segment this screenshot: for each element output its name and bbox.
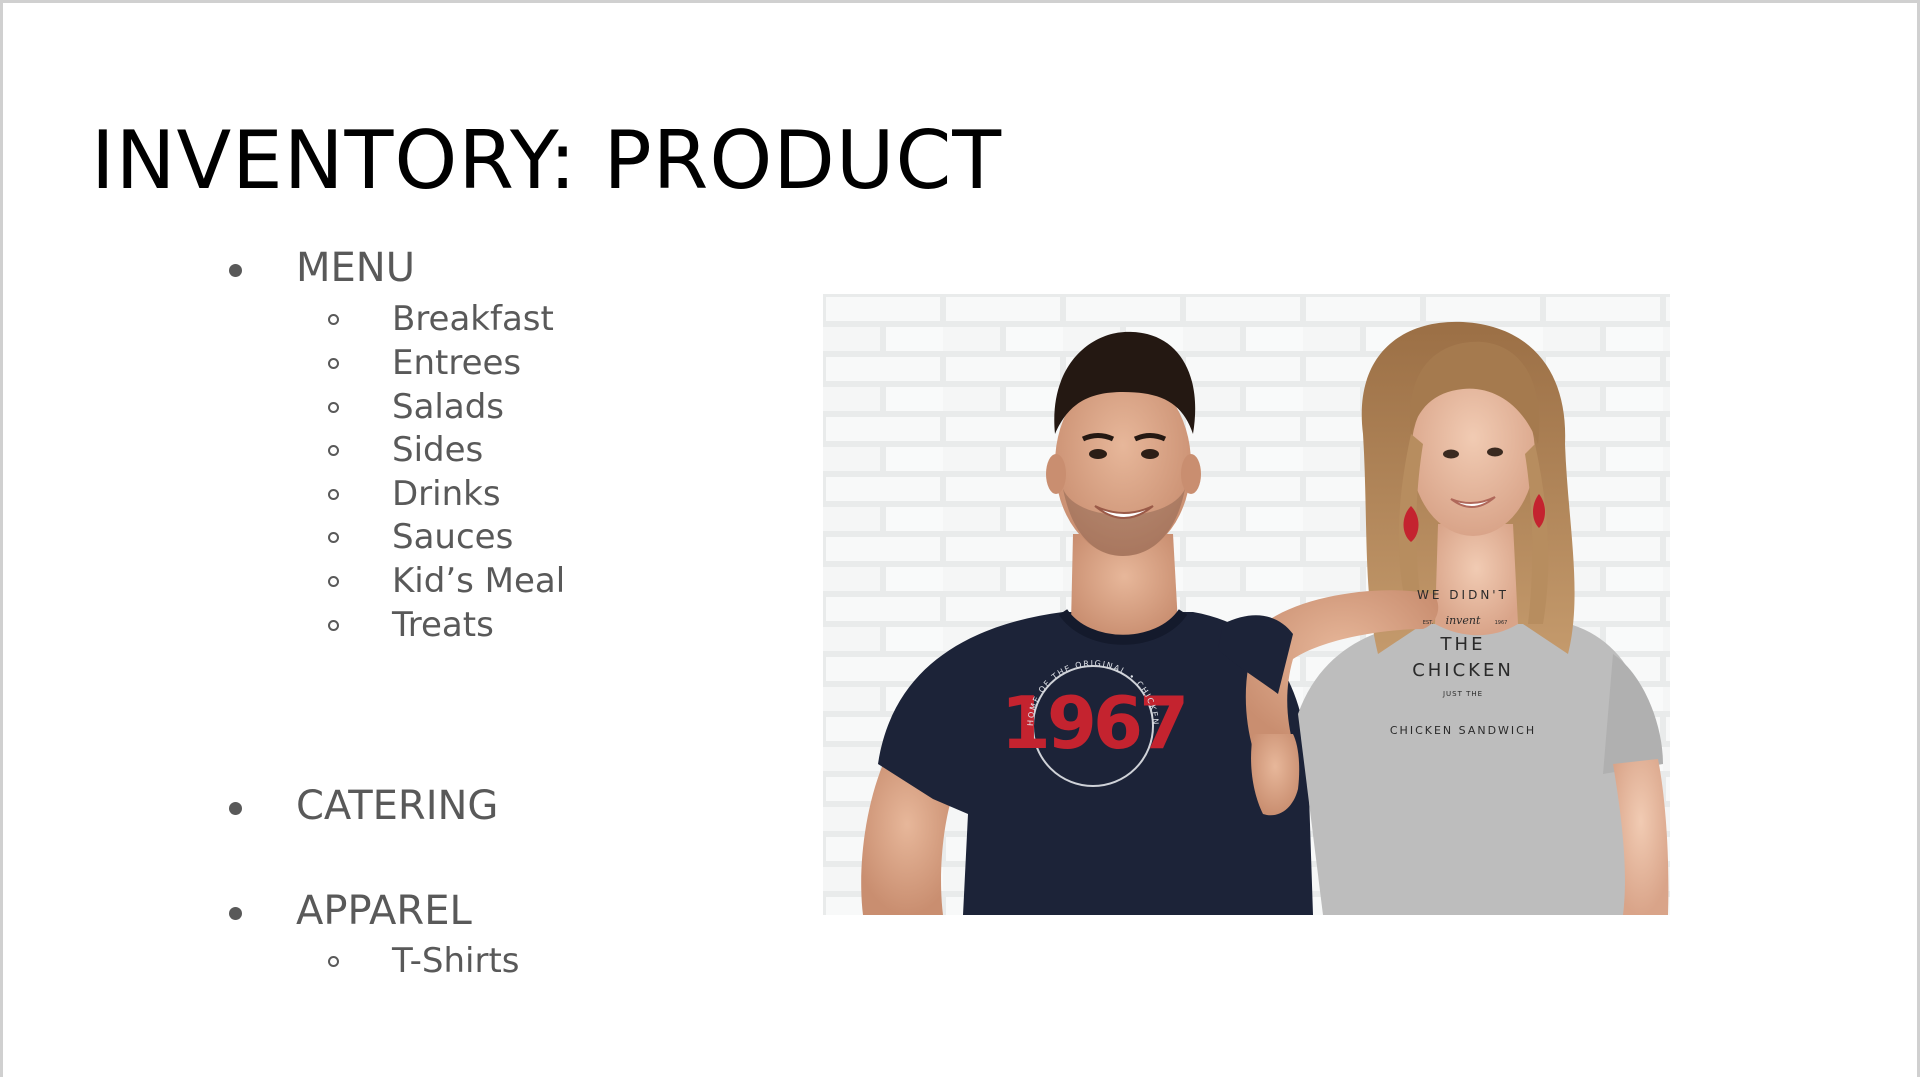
sub-bullet-label: Kid’s Meal (392, 561, 566, 601)
apparel-photo: 1967 HOME OF THE ORIGINAL • CHICKEN SAND… (823, 294, 1670, 915)
sub-bullet-label: Salads (392, 387, 504, 427)
shirt-est-label: EST. (1423, 620, 1434, 626)
hollow-circle-icon (328, 620, 339, 631)
hollow-circle-icon (328, 956, 339, 967)
bullet-dot-icon (229, 907, 242, 920)
sub-bullet-label: Breakfast (392, 299, 554, 339)
sub-bullet-label: Treats (392, 605, 494, 645)
apparel-photo-illustration: 1967 HOME OF THE ORIGINAL • CHICKEN SAND… (823, 294, 1670, 915)
shirt-line1: THE (1440, 634, 1486, 655)
bullet-dot-icon (229, 802, 242, 815)
sub-bullet-label: Drinks (392, 474, 501, 514)
sub-bullet-label: Sauces (392, 517, 514, 557)
bullet-dot-icon (229, 264, 242, 277)
slide-title: INVENTORY: PRODUCT (91, 114, 1003, 207)
slide: INVENTORY: PRODUCT MENU Breakfast Entree… (0, 0, 1920, 1077)
hollow-circle-icon (328, 576, 339, 587)
hollow-circle-icon (328, 402, 339, 413)
hollow-circle-icon (328, 532, 339, 543)
shirt-year-label: 1967 (1495, 620, 1508, 626)
shirt-small-text: invent (1446, 614, 1481, 627)
hollow-circle-icon (328, 314, 339, 325)
bullet-label: CATERING (296, 783, 499, 829)
bullet-label: MENU (296, 245, 415, 291)
hollow-circle-icon (328, 489, 339, 500)
shirt-arc-bottom: CHICKEN SANDWICH (1390, 724, 1536, 737)
hollow-circle-icon (328, 445, 339, 456)
hollow-circle-icon (328, 358, 339, 369)
sub-bullet-label: Entrees (392, 343, 522, 383)
shirt-line2: CHICKEN (1412, 660, 1514, 681)
shirt-line3: JUST THE (1442, 690, 1483, 698)
bullet-label: APPAREL (296, 888, 472, 934)
shirt-arc-top: WE DIDN'T (1417, 588, 1509, 602)
sub-bullet-label: T-Shirts (392, 941, 520, 981)
sub-bullet-label: Sides (392, 430, 484, 470)
